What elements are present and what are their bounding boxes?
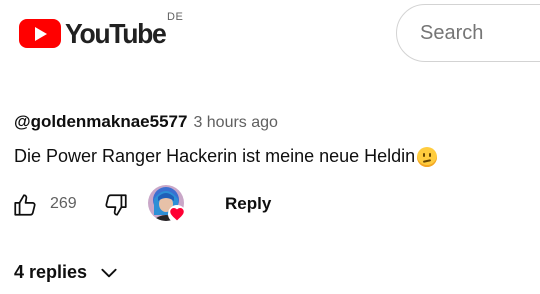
saluting-face-emoji-icon bbox=[417, 146, 438, 167]
country-code: DE bbox=[167, 11, 184, 23]
like-count: 269 bbox=[50, 195, 77, 212]
replies-toggle[interactable]: 4 replies bbox=[14, 262, 119, 283]
chevron-down-icon bbox=[101, 268, 117, 277]
reply-button[interactable]: Reply bbox=[205, 184, 291, 224]
thumb-up-icon bbox=[14, 194, 36, 216]
replies-count-label: 4 replies bbox=[14, 262, 88, 282]
search-placeholder: Search bbox=[420, 21, 484, 44]
comment-actions: 269 Reply bbox=[0, 184, 540, 224]
comment-timestamp[interactable]: 3 hours ago bbox=[193, 114, 278, 132]
thumb-down-icon bbox=[105, 194, 127, 216]
page: YouTube DE Search @goldenmaknae5577 3 ho… bbox=[0, 0, 540, 294]
creator-heart bbox=[148, 185, 190, 225]
heart-icon bbox=[168, 205, 186, 223]
comment-author[interactable]: @goldenmaknae5577 bbox=[14, 112, 187, 132]
dislike-button[interactable] bbox=[103, 192, 129, 218]
play-icon bbox=[19, 19, 61, 48]
logo-text: YouTube bbox=[65, 18, 167, 49]
comment-body: Die Power Ranger Hackerin ist meine neue… bbox=[14, 146, 438, 167]
comment-text: Die Power Ranger Hackerin ist meine neue… bbox=[14, 146, 416, 166]
comment-header: @goldenmaknae5577 3 hours ago bbox=[14, 112, 278, 132]
masthead: YouTube DE Search bbox=[0, 0, 540, 66]
search-input[interactable]: Search bbox=[396, 4, 540, 62]
like-button[interactable] bbox=[12, 192, 38, 218]
youtube-logo[interactable]: YouTube bbox=[19, 19, 171, 48]
